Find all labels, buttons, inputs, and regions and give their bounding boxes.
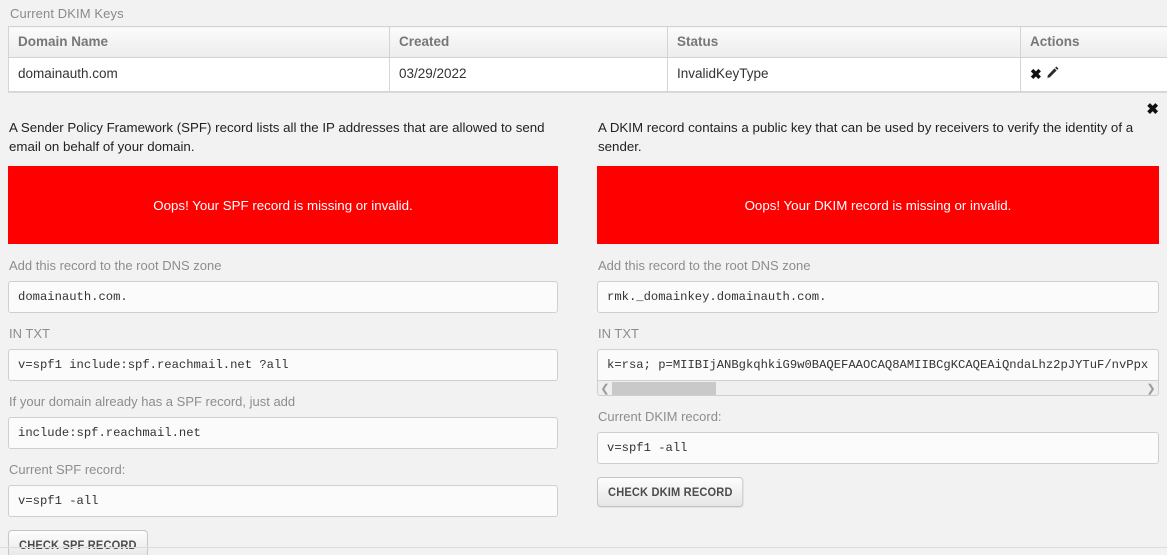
dkim-keys-table: Domain Name Created Status Actions domai… bbox=[8, 26, 1167, 92]
dkim-alert-banner: Oops! Your DKIM record is missing or inv… bbox=[597, 166, 1159, 244]
spf-type-label: IN TXT bbox=[9, 326, 50, 341]
spf-current-input[interactable] bbox=[8, 485, 558, 517]
scrollbar-track[interactable] bbox=[612, 381, 1144, 395]
scroll-right-arrow-icon[interactable]: ❯ bbox=[1144, 382, 1158, 395]
dkim-txt-input[interactable] bbox=[597, 349, 1159, 381]
close-panel-icon[interactable]: ✖ bbox=[1144, 100, 1161, 119]
table-header-row: Domain Name Created Status Actions bbox=[8, 26, 1167, 58]
dkim-column: A DKIM record contains a public key that… bbox=[589, 118, 1167, 555]
dkim-host-label: Add this record to the root DNS zone bbox=[598, 258, 811, 273]
edit-key-icon[interactable] bbox=[1045, 65, 1060, 83]
current-dkim-keys-section: Current DKIM Keys Domain Name Created St… bbox=[0, 0, 1167, 92]
spf-description: A Sender Policy Framework (SPF) record l… bbox=[9, 120, 545, 154]
table-row: domainauth.com 03/29/2022 InvalidKeyType… bbox=[8, 57, 1167, 92]
check-spf-record-button[interactable]: Check SPF Record bbox=[8, 530, 148, 555]
cell-created: 03/29/2022 bbox=[389, 57, 668, 92]
dkim-current-label: Current DKIM record: bbox=[598, 409, 722, 424]
spf-host-input[interactable] bbox=[8, 281, 558, 313]
cell-status: InvalidKeyType bbox=[667, 57, 1021, 92]
spf-append-label: If your domain already has a SPF record,… bbox=[9, 394, 296, 409]
records-panel: A Sender Policy Framework (SPF) record l… bbox=[0, 118, 1167, 555]
scroll-left-arrow-icon[interactable]: ❮ bbox=[598, 382, 612, 395]
section-title: Current DKIM Keys bbox=[10, 6, 124, 21]
check-dkim-record-button[interactable]: Check DKIM Record bbox=[597, 477, 744, 507]
dkim-current-input[interactable] bbox=[597, 432, 1159, 464]
dkim-host-input[interactable] bbox=[597, 281, 1159, 313]
cell-domain-name: domainauth.com bbox=[8, 57, 390, 92]
bottom-divider bbox=[0, 547, 1167, 548]
spf-host-label: Add this record to the root DNS zone bbox=[9, 258, 222, 273]
dkim-txt-horizontal-scrollbar[interactable]: ❮ ❯ bbox=[597, 381, 1159, 396]
column-header-domain-name: Domain Name bbox=[8, 26, 390, 58]
column-header-actions: Actions bbox=[1020, 26, 1167, 58]
column-header-created: Created bbox=[389, 26, 668, 58]
dkim-type-label: IN TXT bbox=[598, 326, 639, 341]
scrollbar-thumb[interactable] bbox=[612, 381, 716, 395]
cell-actions: ✖ bbox=[1020, 57, 1167, 92]
spf-column: A Sender Policy Framework (SPF) record l… bbox=[0, 118, 568, 555]
spf-alert-banner: Oops! Your SPF record is missing or inva… bbox=[8, 166, 558, 244]
spf-current-label: Current SPF record: bbox=[9, 462, 126, 477]
delete-key-icon[interactable]: ✖ bbox=[1030, 67, 1042, 81]
column-header-status: Status bbox=[667, 26, 1021, 58]
row-action-icons: ✖ bbox=[1030, 65, 1060, 83]
spf-txt-input[interactable] bbox=[8, 349, 558, 381]
dns-records-page: Current DKIM Keys Domain Name Created St… bbox=[0, 0, 1167, 555]
spf-append-input[interactable] bbox=[8, 417, 558, 449]
dkim-description: A DKIM record contains a public key that… bbox=[598, 120, 1134, 154]
